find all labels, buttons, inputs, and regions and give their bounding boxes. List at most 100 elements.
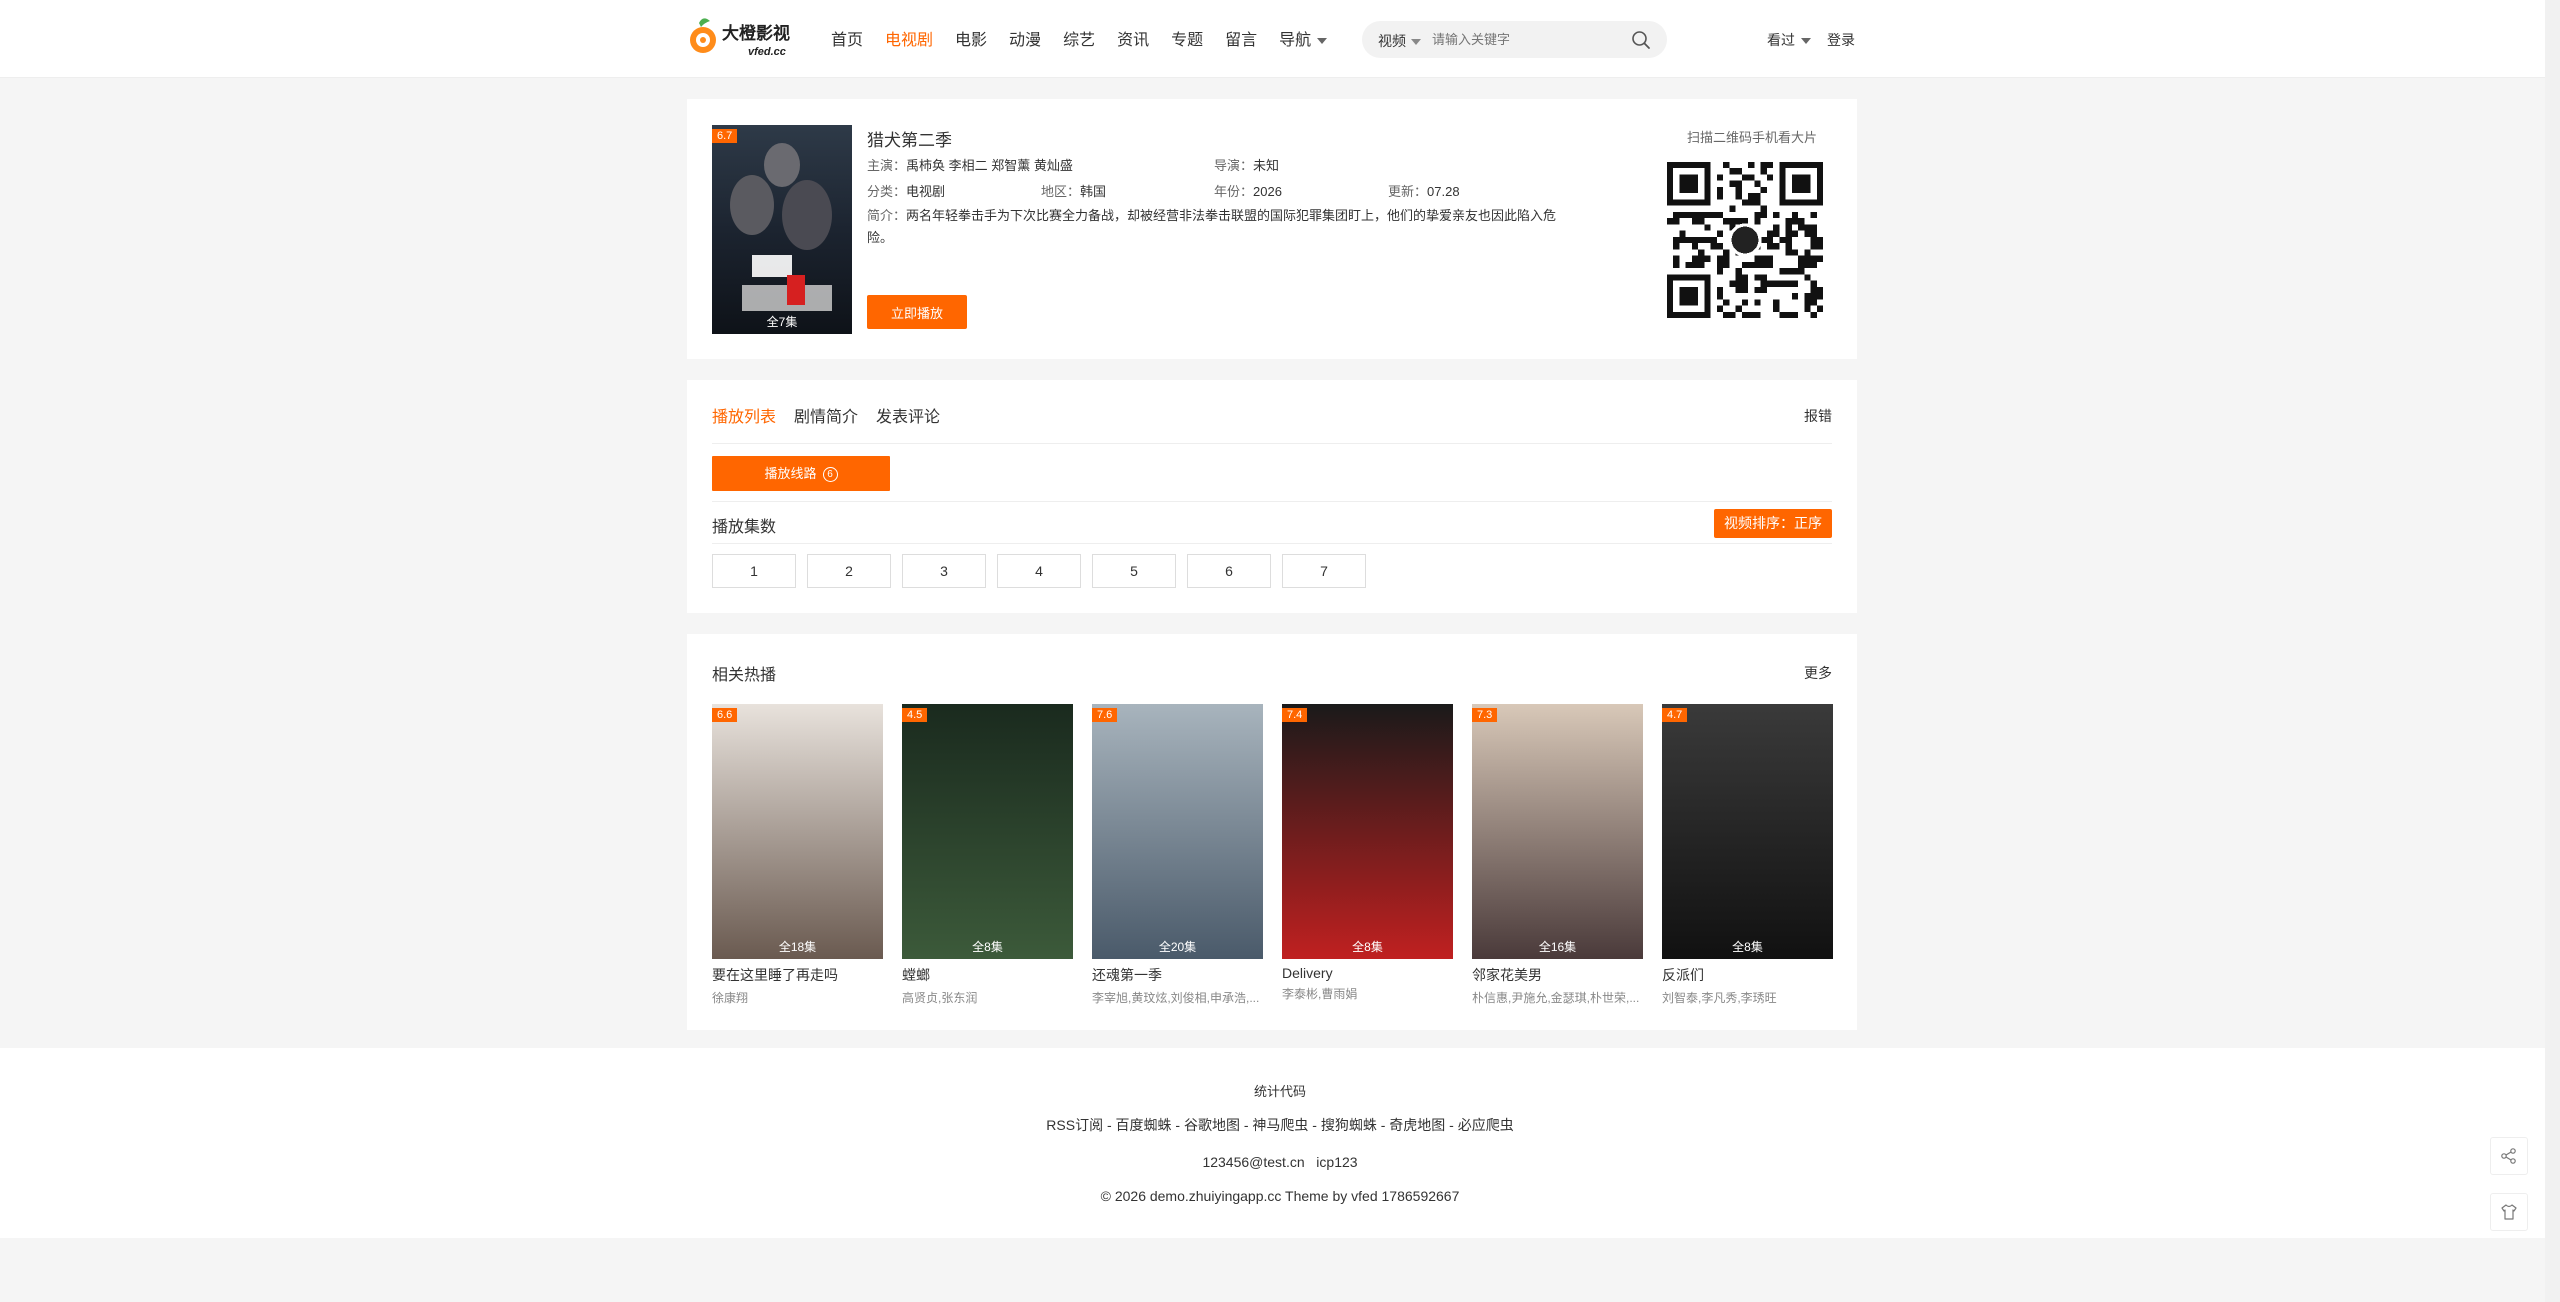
related-name[interactable]: 螳螂: [902, 965, 1073, 985]
search-input[interactable]: [1432, 29, 1602, 49]
episodes-label: 播放集数: [712, 519, 777, 536]
detail-card: 6.7 全7集 猎犬第二季 主演：禹柿奂 李相二 郑智薰 黄灿盛 导演：未知 分…: [687, 99, 1857, 359]
related-name[interactable]: Delivery: [1282, 965, 1453, 981]
related-item[interactable]: 7.6 全20集 还魂第一季 李宰旭,黄玟炫,刘俊相,申承浩,...: [1092, 704, 1263, 1006]
more-link[interactable]: 更多: [1804, 663, 1832, 683]
nav-more[interactable]: 导航: [1279, 26, 1328, 50]
tab-synopsis[interactable]: 剧情简介: [794, 403, 858, 427]
site-header: 大橙影视 vfed.cc 首页 电视剧 电影 动漫 综艺 资讯 专题 留言 导航…: [0, 0, 2545, 78]
related-actors: 刘智泰,李凡秀,李琇旺: [1662, 991, 1777, 1005]
share-button[interactable]: [2490, 1137, 2528, 1175]
nav-home[interactable]: 首页: [831, 26, 863, 50]
related-actors: 朴信惠,尹施允,金瑟琪,朴世荣,...: [1472, 991, 1640, 1005]
play-now-button[interactable]: 立即播放: [867, 295, 967, 329]
tab-playlist[interactable]: 播放列表: [712, 403, 776, 427]
svg-text:大橙影视: 大橙影视: [722, 23, 790, 43]
related-name[interactable]: 还魂第一季: [1092, 965, 1263, 985]
qr-label: 扫描二维码手机看大片: [1686, 130, 1817, 145]
related-poster[interactable]: 4.5 全8集: [902, 704, 1073, 959]
detail-tabs: 播放列表 剧情简介 发表评论: [712, 403, 940, 427]
nav-variety[interactable]: 综艺: [1063, 26, 1095, 50]
region-value[interactable]: 韩国: [1080, 184, 1106, 199]
play-line-count: 6: [822, 467, 838, 483]
play-line-button[interactable]: 播放线路 6: [712, 456, 890, 491]
report-link[interactable]: 报错: [1804, 406, 1832, 426]
episode-count: 全16集: [1538, 940, 1577, 954]
related-item[interactable]: 6.6 全18集 要在这里睡了再走吗 徐康翔: [712, 704, 883, 1006]
year-value[interactable]: 2026: [1253, 184, 1282, 199]
related-name[interactable]: 邻家花美男: [1472, 965, 1643, 985]
score-badge: 6.7: [712, 129, 738, 143]
scrollbar[interactable]: [2545, 0, 2560, 1302]
score-badge: 6.6: [712, 708, 738, 722]
related-actors: 李宰旭,黄玟炫,刘俊相,申承浩,...: [1092, 991, 1260, 1005]
search-box: 视频: [1362, 21, 1667, 58]
episode-button[interactable]: 6: [1187, 554, 1271, 588]
copyright: © 2026 demo.zhuiyingapp.cc Theme by vfed…: [1100, 1188, 1460, 1204]
related-poster[interactable]: 6.6 全18集: [712, 704, 883, 959]
related-item[interactable]: 7.3 全16集 邻家花美男 朴信惠,尹施允,金瑟琪,朴世荣,...: [1472, 704, 1643, 1006]
search-type-select[interactable]: 视频: [1378, 31, 1421, 51]
update-value: 07.28: [1427, 184, 1460, 199]
episode-count: 全20集: [1158, 940, 1197, 954]
episode-button[interactable]: 4: [997, 554, 1081, 588]
poster-image: [712, 125, 852, 334]
score-badge: 7.4: [1282, 708, 1308, 722]
show-title: 猎犬第二季: [867, 131, 952, 150]
category-label: 分类：: [867, 184, 907, 199]
score-badge: 7.6: [1092, 708, 1118, 722]
episode-button[interactable]: 1: [712, 554, 796, 588]
related-item[interactable]: 4.7 全8集 反派们 刘智泰,李凡秀,李琇旺: [1662, 704, 1833, 1006]
year-row: 年份：2026: [1214, 181, 1282, 200]
nav-news[interactable]: 资讯: [1117, 26, 1149, 50]
episode-count: 全8集: [1352, 940, 1383, 954]
related-name[interactable]: 要在这里睡了再走吗: [712, 965, 883, 985]
episode-count: 全8集: [1732, 940, 1763, 954]
related-poster[interactable]: 4.7 全8集: [1662, 704, 1833, 959]
director-row: 导演：未知: [1214, 155, 1279, 174]
episode-button[interactable]: 7: [1282, 554, 1366, 588]
update-label: 更新：: [1388, 184, 1428, 199]
category-value[interactable]: 电视剧: [906, 184, 945, 199]
login-link[interactable]: 登录: [1827, 30, 1855, 50]
nav-tv[interactable]: 电视剧: [885, 26, 933, 50]
related-item[interactable]: 4.5 全8集 螳螂 高贤贞,张东润: [902, 704, 1073, 1006]
sitemap-links[interactable]: RSS订阅 - 百度蜘蛛 - 谷歌地图 - 神马爬虫 - 搜狗蜘蛛 - 奇虎地图…: [0, 1115, 2560, 1135]
nav-movie[interactable]: 电影: [955, 26, 987, 50]
related-actors: 高贤贞,张东润: [902, 991, 978, 1005]
region-label: 地区：: [1041, 184, 1081, 199]
episode-button[interactable]: 5: [1092, 554, 1176, 588]
shirt-button[interactable]: [2490, 1193, 2528, 1231]
tab-comment[interactable]: 发表评论: [876, 403, 940, 427]
playlist-card: 播放列表 剧情简介 发表评论 报错 播放线路 6 播放集数 视频排序：正序 1 2…: [687, 380, 1857, 613]
related-poster[interactable]: 7.3 全16集: [1472, 704, 1643, 959]
nav-guestbook[interactable]: 留言: [1225, 26, 1257, 50]
related-item[interactable]: 7.4 全8集 Delivery 李泰彬,曹雨娟: [1282, 704, 1453, 1006]
search-type-label: 视频: [1378, 33, 1406, 49]
poster-main[interactable]: 6.7 全7集: [712, 125, 852, 334]
episode-button[interactable]: 2: [807, 554, 891, 588]
header-right: 看过 登录: [1767, 30, 1855, 50]
actors-row: 主演：禹柿奂 李相二 郑智薰 黄灿盛: [867, 155, 1073, 174]
related-list: 6.6 全18集 要在这里睡了再走吗 徐康翔 4.5 全8集 螳螂 高贤贞,张东…: [712, 704, 1833, 1006]
actors-value[interactable]: 禹柿奂 李相二 郑智薰 黄灿盛: [906, 158, 1073, 173]
nav-topic[interactable]: 专题: [1171, 26, 1203, 50]
related-name[interactable]: 反派们: [1662, 965, 1833, 985]
related-poster[interactable]: 7.6 全20集: [1092, 704, 1263, 959]
site-logo[interactable]: 大橙影视 vfed.cc: [688, 13, 803, 61]
contact-info: 123456@test.cn icp123: [1202, 1154, 1358, 1170]
history-menu[interactable]: 看过: [1767, 30, 1811, 50]
nav-anime[interactable]: 动漫: [1009, 26, 1041, 50]
director-value: 未知: [1253, 158, 1280, 173]
stats-code: 统计代码: [1253, 1084, 1306, 1099]
intro-label: 简介：: [867, 208, 907, 223]
related-card: 相关热播 更多 6.6 全18集 要在这里睡了再走吗 徐康翔 4.5 全8集 螳…: [687, 634, 1857, 1030]
chevron-down-icon: [1411, 39, 1421, 46]
related-poster[interactable]: 7.4 全8集: [1282, 704, 1453, 959]
play-line-label: 播放线路: [764, 466, 817, 481]
search-icon[interactable]: [1631, 30, 1651, 50]
chevron-down-icon: [1317, 37, 1328, 44]
sort-button[interactable]: 视频排序：正序: [1714, 509, 1832, 538]
nav-more-label: 导航: [1279, 32, 1312, 49]
episode-button[interactable]: 3: [902, 554, 986, 588]
